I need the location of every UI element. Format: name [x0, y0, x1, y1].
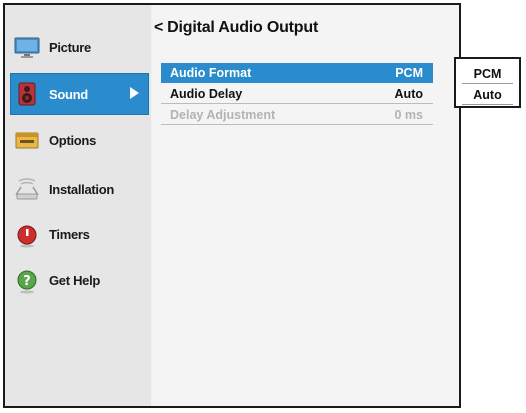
options-icon [13, 126, 41, 154]
setting-row-audio-delay[interactable]: Audio Delay Auto [161, 84, 433, 104]
timer-icon [13, 220, 41, 248]
setting-row-audio-format[interactable]: Audio Format PCM [161, 63, 433, 83]
sidebar-item-label: Timers [49, 226, 90, 242]
speaker-icon [13, 80, 41, 108]
sidebar-item-timers[interactable]: Timers [11, 214, 148, 254]
setting-row-delay-adjustment: Delay Adjustment 0 ms [161, 105, 433, 125]
chevron-right-icon [130, 87, 139, 99]
sidebar-item-options[interactable]: Options [11, 120, 148, 160]
setting-label: Audio Delay [170, 86, 243, 101]
help-icon: ? [13, 266, 41, 294]
sidebar-item-sound[interactable]: Sound [10, 73, 149, 115]
monitor-icon [13, 33, 41, 61]
sidebar-item-label: Get Help [49, 272, 101, 288]
sidebar-item-label: Installation [49, 181, 115, 197]
page-title-text: Digital Audio Output [167, 19, 319, 36]
page-title[interactable]: < Digital Audio Output [154, 19, 318, 37]
setting-label: Delay Adjustment [170, 107, 276, 122]
sidebar-item-installation[interactable]: Installation [11, 169, 148, 209]
option-auto[interactable]: Auto [462, 85, 513, 105]
setting-label: Audio Format [170, 65, 252, 80]
tv-menu-frame: Picture Sound Options Installation Timer… [3, 3, 461, 408]
sidebar-item-label: Picture [49, 39, 91, 55]
back-chevron-icon[interactable]: < [154, 19, 163, 37]
audio-format-options-popup: PCM Auto [454, 57, 521, 108]
sidebar-item-get-help[interactable]: ? Get Help [11, 260, 148, 300]
sidebar: Picture Sound Options Installation Timer… [5, 5, 151, 406]
svg-text:?: ? [23, 274, 31, 289]
setting-value: Auto [394, 86, 423, 101]
setting-value: PCM [395, 65, 423, 80]
antenna-icon [13, 175, 41, 203]
sidebar-item-label: Sound [49, 86, 88, 102]
sidebar-item-picture[interactable]: Picture [11, 27, 148, 67]
settings-panel: < Digital Audio Output Audio Format PCM A… [152, 5, 459, 406]
option-pcm[interactable]: PCM [462, 64, 513, 84]
setting-value: 0 ms [394, 107, 424, 122]
sidebar-item-label: Options [49, 132, 97, 148]
